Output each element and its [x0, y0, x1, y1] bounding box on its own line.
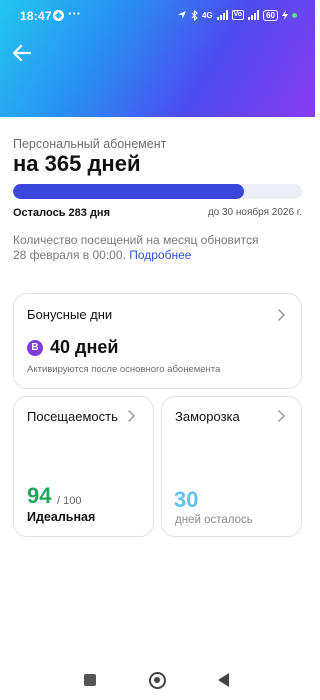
freeze-days-note: дней осталось: [175, 514, 253, 526]
charging-icon: [282, 10, 288, 20]
attendance-title: Посещаемость: [27, 409, 118, 424]
subscription-title: на 365 дней: [13, 151, 141, 176]
attendance-card[interactable]: Посещаемость 94 / 100 Идеальная: [13, 396, 154, 537]
more-info-link[interactable]: Подробнее: [129, 248, 191, 262]
back-button[interactable]: [10, 40, 36, 66]
attendance-score-max: / 100: [57, 495, 82, 507]
attendance-rating: Идеальная: [27, 510, 96, 524]
header-banner: 18:47 ··· 4G Vo 60: [0, 0, 315, 117]
bonus-badge-icon: B: [27, 340, 43, 356]
more-notifications-icon: ···: [68, 6, 81, 21]
bonus-days-value: 40 дней: [50, 337, 119, 357]
subscription-progress-fill: [13, 184, 245, 199]
status-bar: 18:47 ··· 4G Vo 60: [0, 0, 315, 32]
app-notification-icon: [53, 10, 64, 21]
bluetooth-icon: [191, 9, 198, 21]
arrow-left-icon: [12, 44, 32, 62]
status-time: 18:47: [20, 9, 52, 23]
freeze-card[interactable]: Заморозка 30 дней осталось: [161, 396, 302, 537]
bonus-days-note: Активируются после основного абонемента: [27, 364, 221, 375]
battery-icon: 60: [263, 9, 278, 21]
attendance-score: 94: [27, 483, 52, 508]
chevron-right-icon: [278, 309, 285, 321]
home-button[interactable]: [149, 672, 166, 689]
location-icon: [177, 11, 186, 19]
chevron-right-icon: [128, 410, 135, 422]
chevron-right-icon: [278, 410, 285, 422]
days-remaining: Осталось 283 дня: [13, 207, 110, 219]
recent-apps-button[interactable]: [84, 674, 96, 686]
signal-icon-2: [248, 10, 260, 20]
freeze-title: Заморозка: [175, 409, 240, 424]
subscription-progress-bar: [13, 184, 302, 199]
volte-icon: Vo: [231, 10, 245, 20]
privacy-dot-icon: [292, 12, 297, 18]
status-icons: 4G Vo 60: [177, 8, 297, 22]
network-type-label: 4G: [201, 10, 213, 20]
bonus-days-title: Бонусные дни: [27, 307, 113, 322]
expiry-date: до 30 ноября 2026 г.: [207, 207, 302, 218]
system-navigation-bar: [0, 662, 315, 700]
signal-icon: [216, 10, 228, 20]
visits-notice: Количество посещений на месяц обновится …: [13, 233, 273, 262]
bonus-days-card[interactable]: Бонусные дни B 40 дней Активируются посл…: [13, 293, 302, 389]
system-back-button[interactable]: [218, 673, 229, 687]
subscription-subtitle: Персональный абонемент: [13, 137, 167, 151]
freeze-days-value: 30: [174, 487, 199, 512]
